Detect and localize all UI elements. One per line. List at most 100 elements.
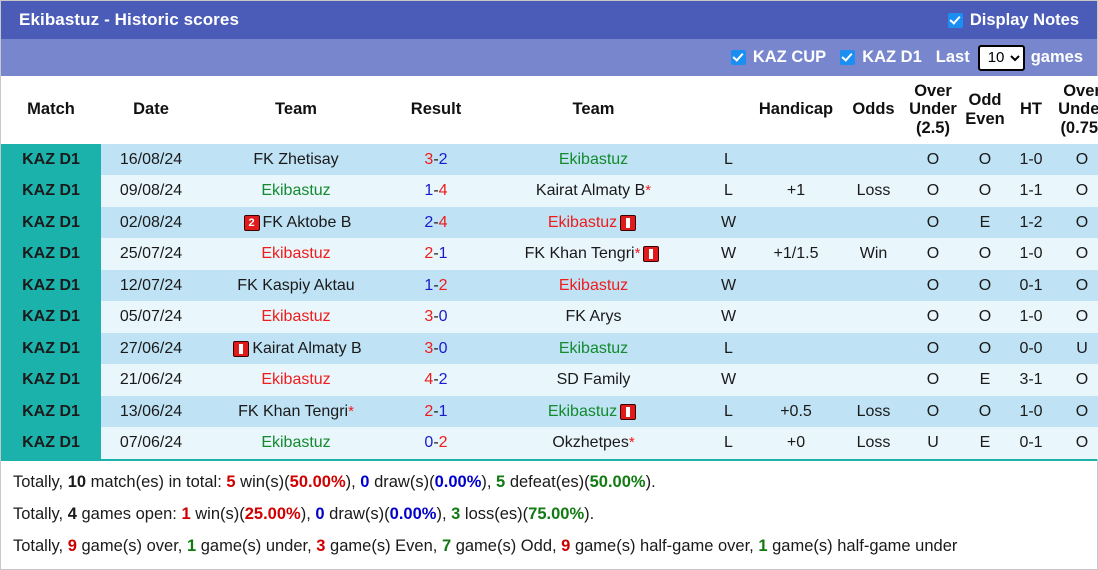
cell-team-home[interactable]: Kairat Almaty B bbox=[201, 332, 391, 365]
cell-team-away[interactable]: Ekibastuz bbox=[481, 143, 706, 176]
col-header-result[interactable]: Result bbox=[391, 76, 481, 145]
team-name: Kairat Almaty B bbox=[535, 182, 646, 200]
cell-result[interactable]: 0-2 bbox=[391, 427, 481, 459]
team-cell-content: FK Arys bbox=[483, 308, 704, 326]
col-header-ht[interactable]: HT bbox=[1010, 76, 1052, 145]
cell-team-away[interactable]: Okzhetpes * bbox=[481, 427, 706, 459]
cell-team-away[interactable]: Kairat Almaty B * bbox=[481, 175, 706, 207]
cell-odds: Loss bbox=[841, 427, 906, 459]
cell-team-away[interactable]: Ekibastuz bbox=[481, 332, 706, 365]
red-card-icon bbox=[620, 214, 637, 231]
col-header-odds[interactable]: Odds bbox=[841, 76, 906, 145]
filter-kaz-cup[interactable]: KAZ CUP bbox=[730, 48, 826, 67]
s3-half-under: 1 bbox=[758, 537, 768, 556]
col-header-over-under-25[interactable]: Over Under (2.5) bbox=[906, 76, 960, 145]
cell-league-badge[interactable]: KAZ D1 bbox=[1, 301, 101, 333]
score-away: 1 bbox=[438, 402, 448, 420]
cell-league-badge[interactable]: KAZ D1 bbox=[1, 269, 101, 302]
display-notes-toggle[interactable]: Display Notes bbox=[947, 11, 1079, 30]
cell-team-home[interactable]: FK Zhetisay bbox=[201, 143, 391, 176]
cell-team-home[interactable]: Ekibastuz bbox=[201, 364, 391, 396]
red-card-icon bbox=[233, 340, 250, 357]
kaz-cup-checkbox[interactable] bbox=[730, 50, 746, 65]
col-header-handicap[interactable]: Handicap bbox=[751, 76, 841, 145]
ou075-line3: (0.75) bbox=[1060, 118, 1098, 137]
cell-outcome: W bbox=[706, 301, 751, 333]
display-notes-checkbox[interactable] bbox=[947, 12, 963, 28]
games-count-select[interactable]: 510152030 bbox=[977, 44, 1025, 71]
cell-handicap: +0.5 bbox=[751, 395, 841, 428]
cell-result[interactable]: 1-2 bbox=[391, 269, 481, 302]
s1-t7: ). bbox=[645, 472, 656, 491]
cell-result[interactable]: 1-4 bbox=[391, 175, 481, 207]
cell-league-badge[interactable]: KAZ D1 bbox=[1, 143, 101, 176]
col-header-team-home[interactable]: Team bbox=[201, 76, 391, 145]
table-row[interactable]: KAZ D102/08/24FK Aktobe B2-4EkibastuzWOE… bbox=[1, 206, 1098, 239]
cell-team-home[interactable]: Ekibastuz bbox=[201, 427, 391, 459]
cell-outcome: L bbox=[706, 175, 751, 207]
cell-result[interactable]: 4-2 bbox=[391, 364, 481, 396]
col-header-odd-even[interactable]: Odd Even bbox=[960, 76, 1010, 145]
cell-team-home[interactable]: Ekibastuz bbox=[201, 175, 391, 207]
table-row[interactable]: KAZ D1 09/08/24 Ekibastuz 1-4 Kairat Almaty … bbox=[1, 175, 1098, 207]
cell-league-badge[interactable]: KAZ D1 bbox=[1, 175, 101, 207]
cell-result[interactable]: 3-2 bbox=[391, 143, 481, 176]
table-row[interactable]: KAZ D1 05/07/24 Ekibastuz 3-0 FK Arys W O O 1-0 O bbox=[1, 301, 1098, 333]
cell-league-badge[interactable]: KAZ D1 bbox=[1, 332, 101, 365]
s1-t6: defeat(es)( bbox=[505, 472, 590, 491]
table-row[interactable]: KAZ D1 25/07/24 Ekibastuz 2-1 FK Khan Tengri… bbox=[1, 238, 1098, 270]
summary-line-total: Totally, 10 match(es) in total: 5 win(s)… bbox=[11, 467, 1087, 499]
cell-result[interactable]: 2-1 bbox=[391, 395, 481, 428]
table-row[interactable]: KAZ D1 16/08/24 FK Zhetisay 3-2 Ekibastuz L O O… bbox=[1, 143, 1098, 176]
col-header-over-under-075[interactable]: Over Under (0.75) bbox=[1052, 76, 1098, 145]
cell-team-home[interactable]: Ekibastuz bbox=[201, 301, 391, 333]
cell-team-home[interactable]: Ekibastuz bbox=[201, 238, 391, 270]
col-header-team-away[interactable]: Team bbox=[481, 76, 706, 145]
col-header-date[interactable]: Date bbox=[101, 76, 201, 145]
table-row[interactable]: KAZ D1 27/06/24 Kairat Almaty B 3-0 Ekibastu… bbox=[1, 332, 1098, 365]
kaz-d1-checkbox[interactable] bbox=[840, 50, 856, 65]
cell-result[interactable]: 3-0 bbox=[391, 301, 481, 333]
cell-team-away[interactable]: SD Family bbox=[481, 364, 706, 396]
cell-league-badge[interactable]: KAZ D1 bbox=[1, 364, 101, 396]
score-away: 0 bbox=[438, 339, 448, 357]
s3-t4: game(s) Odd, bbox=[451, 537, 562, 556]
cell-team-away[interactable]: Ekibastuz bbox=[481, 269, 706, 302]
table-row[interactable]: KAZ D1 21/06/24 Ekibastuz 4-2 SD Family W O E 3-… bbox=[1, 364, 1098, 396]
team-name: Ekibastuz bbox=[261, 434, 331, 452]
cell-result[interactable]: 3-0 bbox=[391, 332, 481, 365]
table-row[interactable]: KAZ D1 12/07/24 FK Kaspiy Aktau 1-2 Ekibastu… bbox=[1, 269, 1098, 302]
cell-handicap bbox=[751, 364, 841, 396]
cell-team-home[interactable]: FK Kaspiy Aktau bbox=[201, 269, 391, 302]
cell-team-away[interactable]: FK Khan Tengri * bbox=[481, 238, 706, 270]
cell-result[interactable]: 2-4 bbox=[391, 206, 481, 239]
s1-total: 10 bbox=[67, 472, 87, 491]
table-row[interactable]: KAZ D1 07/06/24 Ekibastuz 0-2 Okzhetpes * L +0 L… bbox=[1, 427, 1098, 459]
cell-half-time-score: 3-1 bbox=[1010, 364, 1052, 396]
cell-league-badge[interactable]: KAZ D1 bbox=[1, 427, 101, 459]
cell-team-away[interactable]: Ekibastuz bbox=[481, 206, 706, 239]
s3-t3: game(s) Even, bbox=[325, 537, 442, 556]
cell-team-away[interactable]: Ekibastuz bbox=[481, 395, 706, 428]
s3-t2: game(s) under, bbox=[196, 537, 317, 556]
page-title: Ekibastuz - Historic scores bbox=[19, 10, 239, 29]
cell-over-under-075: O bbox=[1052, 143, 1098, 176]
cell-league-badge[interactable]: KAZ D1 bbox=[1, 395, 101, 428]
cell-team-away[interactable]: FK Arys bbox=[481, 301, 706, 333]
team-cell-content: Ekibastuz bbox=[483, 151, 704, 169]
oe-line1: Odd bbox=[968, 91, 1002, 110]
team-cell-content: Ekibastuz bbox=[483, 277, 704, 295]
col-header-match[interactable]: Match bbox=[1, 76, 101, 145]
table-row[interactable]: KAZ D1 13/06/24 FK Khan Tengri * 2-1 Ekibastu… bbox=[1, 395, 1098, 428]
cell-league-badge[interactable]: KAZ D1 bbox=[1, 238, 101, 270]
cell-odd-even: O bbox=[960, 301, 1010, 333]
team-name: FK Zhetisay bbox=[253, 150, 339, 168]
cell-over-under-25: O bbox=[906, 301, 960, 333]
cell-result[interactable]: 2-1 bbox=[391, 238, 481, 270]
cell-team-home[interactable]: FK Khan Tengri * bbox=[201, 395, 391, 428]
cell-odds bbox=[841, 364, 906, 396]
historic-scores-widget: Ekibastuz - Historic scores Display Note… bbox=[0, 0, 1098, 570]
filter-kaz-d1[interactable]: KAZ D1 bbox=[840, 48, 922, 67]
cell-league-badge[interactable]: KAZ D1 bbox=[1, 206, 101, 239]
cell-team-home[interactable]: FK Aktobe B bbox=[201, 206, 391, 239]
